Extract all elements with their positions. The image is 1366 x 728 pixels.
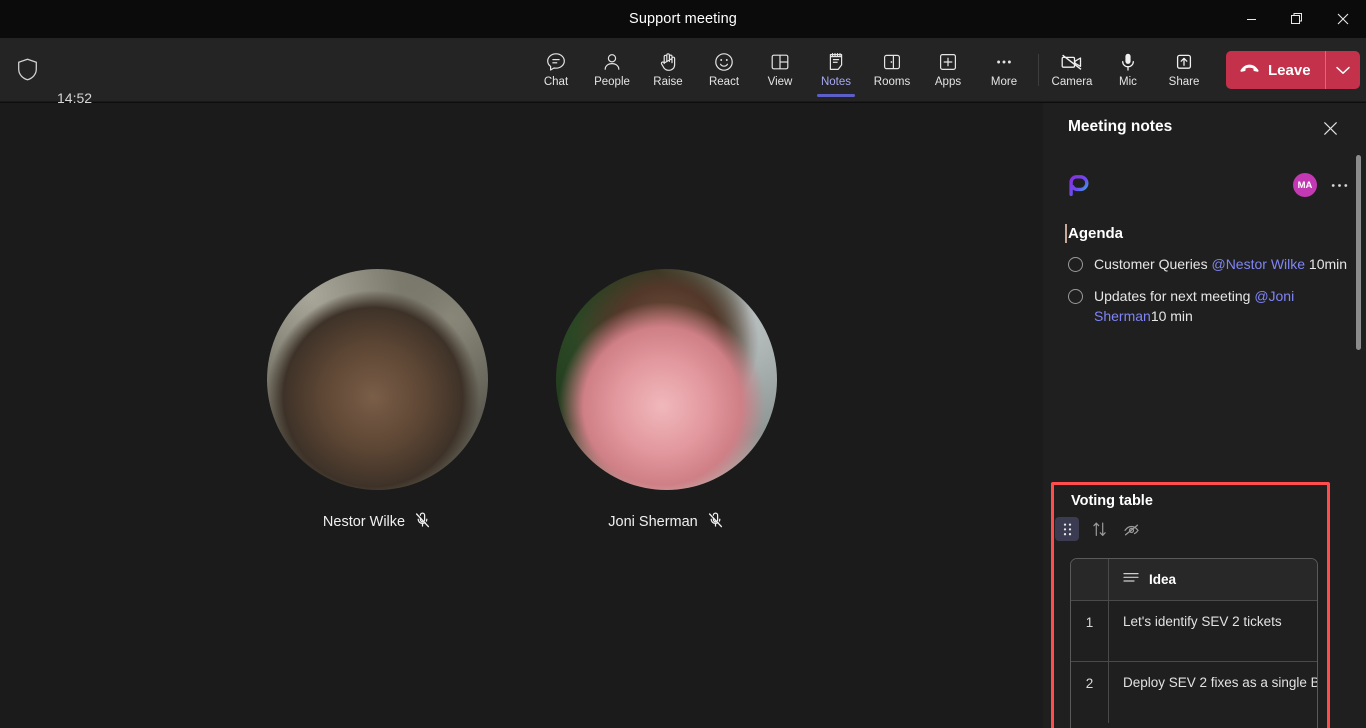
mic-off-icon [414, 512, 431, 533]
voting-table-toolbar [1055, 517, 1327, 541]
agenda-item-duration: 10 min [1151, 308, 1193, 324]
apps-button[interactable]: Apps [920, 38, 976, 102]
agenda-item-label: Updates for next meeting [1094, 288, 1254, 304]
hide-eye-off-icon[interactable] [1119, 517, 1143, 541]
table-row[interactable]: 2 Deploy SEV 2 fixes as a single B [1071, 662, 1317, 723]
voting-table-heading: Voting table [1071, 493, 1327, 509]
table-row[interactable]: 1 Let's identify SEV 2 tickets [1071, 601, 1317, 662]
apps-label: Apps [935, 76, 961, 89]
row-number-header [1071, 559, 1109, 600]
participant-tile[interactable]: Joni Sherman [556, 269, 777, 533]
raise-label: Raise [653, 76, 682, 89]
avatar [267, 269, 488, 490]
camera-toggle-button[interactable]: Camera [1044, 38, 1100, 102]
view-label: View [768, 76, 793, 89]
idea-column-header[interactable]: Idea [1109, 559, 1317, 600]
loop-logo-icon [1068, 175, 1089, 196]
mic-toggle-button[interactable]: Mic [1100, 38, 1156, 102]
minimize-button[interactable] [1228, 0, 1274, 38]
more-ellipsis-icon[interactable] [1326, 172, 1352, 198]
share-button[interactable]: Share [1156, 38, 1212, 102]
vertical-scrollbar[interactable] [1356, 155, 1361, 350]
avatar[interactable]: MA [1293, 173, 1317, 197]
agenda-item[interactable]: Updates for next meeting @Joni Sherman10… [1068, 286, 1350, 326]
hangup-icon [1239, 62, 1260, 79]
raise-hand-button[interactable]: Raise [640, 38, 696, 102]
react-button[interactable]: React [696, 38, 752, 102]
participant-name: Joni Sherman [608, 514, 697, 530]
rooms-label: Rooms [874, 76, 910, 89]
agenda-item-text: Customer Queries @Nestor Wilke 10min [1094, 254, 1347, 274]
voting-table[interactable]: Idea 1 Let's identify SEV 2 tickets 2 De… [1070, 558, 1318, 728]
idea-cell[interactable]: Let's identify SEV 2 tickets [1109, 601, 1317, 661]
participant-tiles: Nestor Wilke Joni Sherman [0, 103, 1043, 728]
view-button[interactable]: View [752, 38, 808, 102]
drag-handle-icon[interactable] [1055, 517, 1079, 541]
rooms-button[interactable]: Rooms [864, 38, 920, 102]
more-button[interactable]: More [976, 38, 1032, 102]
agenda-heading-text: Agenda [1068, 225, 1123, 242]
media-controls: Camera Mic Share [1044, 38, 1360, 102]
close-icon[interactable] [1315, 113, 1345, 143]
more-label: More [991, 76, 1017, 89]
table-header-row: Idea [1071, 559, 1317, 601]
agenda-item-duration: 10min [1305, 256, 1347, 272]
active-tab-indicator [817, 94, 855, 97]
chat-label: Chat [544, 76, 568, 89]
text-cursor [1065, 224, 1067, 243]
command-bar-actions: Chat People Raise React [528, 38, 1032, 102]
text-lines-icon [1123, 572, 1139, 587]
participant-name-row: Joni Sherman [608, 512, 723, 533]
shield-icon [17, 58, 38, 86]
agenda-item-text: Updates for next meeting @Joni Sherman10… [1094, 286, 1350, 326]
restore-button[interactable] [1274, 0, 1320, 38]
people-button[interactable]: People [584, 38, 640, 102]
agenda-item[interactable]: Customer Queries @Nestor Wilke 10min [1068, 254, 1350, 274]
camera-label: Camera [1052, 76, 1093, 89]
close-button[interactable] [1320, 0, 1366, 38]
agenda-heading: Agenda [1068, 215, 1366, 242]
todo-circle-icon[interactable] [1068, 257, 1083, 272]
mic-off-icon [707, 512, 724, 533]
participant-tile[interactable]: Nestor Wilke [267, 269, 488, 533]
share-label: Share [1169, 76, 1200, 89]
meeting-stage: Nestor Wilke Joni Sherman [0, 103, 1043, 728]
idea-column-label: Idea [1149, 572, 1176, 587]
idea-cell[interactable]: Deploy SEV 2 fixes as a single B [1109, 662, 1317, 723]
notes-document-bar: MA [1043, 165, 1366, 205]
notes-panel-header: Meeting notes [1043, 103, 1366, 151]
chat-button[interactable]: Chat [528, 38, 584, 102]
sort-icon[interactable] [1087, 517, 1111, 541]
meeting-notes-panel: Meeting notes MA [1043, 103, 1366, 728]
title-bar: Support meeting [0, 0, 1366, 38]
people-label: People [594, 76, 630, 89]
leave-label: Leave [1268, 62, 1311, 79]
react-label: React [709, 76, 739, 89]
leave-control: Leave [1226, 51, 1360, 89]
agenda-item-label: Customer Queries [1094, 256, 1211, 272]
page-title: Meeting notes [1068, 118, 1172, 136]
voting-table-block: Voting table [1051, 482, 1330, 728]
window-controls [1228, 0, 1366, 38]
row-number: 2 [1071, 662, 1109, 723]
participant-name: Nestor Wilke [323, 514, 405, 530]
meeting-command-bar: 14:52 Chat People Raise [0, 38, 1366, 102]
mic-label: Mic [1119, 76, 1137, 89]
row-number: 1 [1071, 601, 1109, 661]
mention-chip[interactable]: @Nestor Wilke [1211, 256, 1305, 272]
todo-circle-icon[interactable] [1068, 289, 1083, 304]
participant-name-row: Nestor Wilke [323, 512, 431, 533]
notes-content: Agenda Customer Queries @Nestor Wilke 10… [1043, 215, 1366, 728]
notes-doc-actions: MA [1293, 172, 1352, 198]
leave-options-chevron-down-icon[interactable] [1326, 51, 1360, 89]
avatar [556, 269, 777, 490]
notes-label: Notes [821, 76, 851, 89]
notes-button[interactable]: Notes [808, 38, 864, 102]
command-bar-divider [1038, 54, 1039, 86]
window-title: Support meeting [629, 11, 737, 27]
leave-button[interactable]: Leave [1226, 51, 1325, 89]
